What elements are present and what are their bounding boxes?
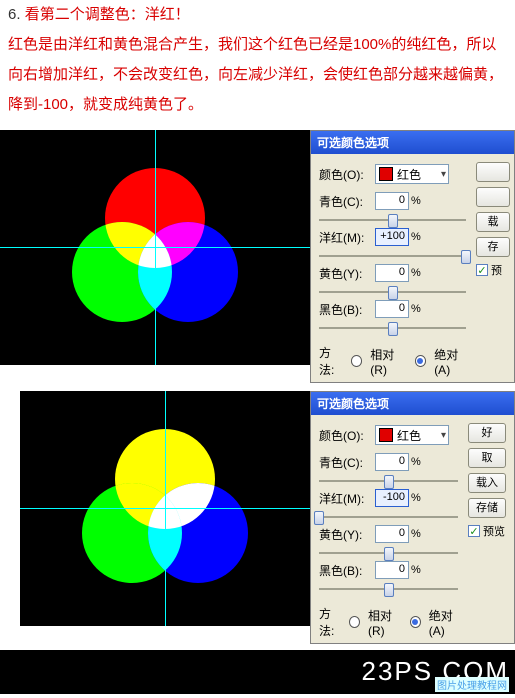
cancel-button[interactable]: 取 bbox=[468, 448, 506, 468]
magenta-label: 洋红(M): bbox=[319, 229, 375, 246]
yellow-label: 黄色(Y): bbox=[319, 265, 375, 282]
cyan-label: 青色(C): bbox=[319, 454, 375, 471]
ok-button[interactable] bbox=[476, 162, 510, 182]
guide-horizontal bbox=[20, 508, 310, 509]
save-button[interactable]: 存 bbox=[476, 237, 510, 257]
magenta-input[interactable]: -100 bbox=[375, 489, 409, 507]
canvas-preview-1 bbox=[0, 130, 310, 365]
chevron-down-icon: ▾ bbox=[441, 169, 446, 180]
preview-label: 预 bbox=[491, 262, 502, 278]
pct: % bbox=[411, 303, 425, 315]
magenta-slider[interactable] bbox=[319, 509, 458, 525]
step-number: 6. bbox=[8, 6, 21, 23]
magenta-label: 洋红(M): bbox=[319, 490, 375, 507]
tutorial-text: 6. 看第二个调整色：洋红！ 红色是由洋红和黄色混合产生，我们这个红色已经是10… bbox=[0, 0, 515, 130]
cyan-label: 青色(C): bbox=[319, 193, 375, 210]
dialog-title: 可选颜色选项 bbox=[311, 392, 514, 415]
footer-watermark: 23PS.COM 图片处理教程网 bbox=[0, 650, 515, 694]
method-absolute-label: 绝对(A) bbox=[434, 346, 472, 377]
step-title: 看第二个调整色：洋红！ bbox=[25, 6, 190, 23]
yellow-slider[interactable] bbox=[319, 545, 458, 561]
pct: % bbox=[411, 492, 425, 504]
black-slider[interactable] bbox=[319, 320, 466, 336]
pct: % bbox=[411, 456, 425, 468]
dialog-title: 可选颜色选项 bbox=[311, 131, 514, 154]
guide-horizontal bbox=[0, 247, 310, 248]
selective-color-dialog-2: 可选颜色选项 颜色(O): 红色 ▾ 青色(C): 0 % bbox=[310, 391, 515, 644]
pct: % bbox=[411, 195, 425, 207]
selective-color-dialog-1: 可选颜色选项 颜色(O): 红色 ▾ 青色(C): 0 % bbox=[310, 130, 515, 383]
method-relative-radio[interactable] bbox=[349, 616, 360, 628]
pct: % bbox=[411, 231, 425, 243]
save-button[interactable]: 存储 bbox=[468, 498, 506, 518]
load-button[interactable]: 载 bbox=[476, 212, 510, 232]
cyan-slider[interactable] bbox=[319, 212, 466, 228]
color-dropdown[interactable]: 红色 ▾ bbox=[375, 425, 449, 445]
cyan-input[interactable]: 0 bbox=[375, 192, 409, 210]
color-name: 红色 bbox=[397, 427, 421, 444]
cyan-slider[interactable] bbox=[319, 473, 458, 489]
method-relative-label: 相对(R) bbox=[370, 346, 408, 377]
method-relative-label: 相对(R) bbox=[368, 607, 404, 638]
pct: % bbox=[411, 564, 425, 576]
color-label: 颜色(O): bbox=[319, 427, 375, 444]
chevron-down-icon: ▾ bbox=[441, 430, 446, 441]
black-input[interactable]: 0 bbox=[375, 300, 409, 318]
preview-checkbox[interactable]: ✓ bbox=[468, 525, 480, 537]
method-relative-radio[interactable] bbox=[351, 355, 362, 367]
black-label: 黑色(B): bbox=[319, 301, 375, 318]
yellow-label: 黄色(Y): bbox=[319, 526, 375, 543]
step-body: 红色是由洋红和黄色混合产生，我们这个红色已经是100%的纯红色，所以向右增加洋红… bbox=[8, 36, 503, 113]
color-swatch-icon bbox=[379, 428, 393, 442]
cancel-button[interactable] bbox=[476, 187, 510, 207]
method-label: 方法: bbox=[319, 605, 343, 639]
method-label: 方法: bbox=[319, 344, 345, 378]
color-name: 红色 bbox=[397, 166, 421, 183]
pct: % bbox=[411, 528, 425, 540]
yellow-input[interactable]: 0 bbox=[375, 525, 409, 543]
color-swatch-icon bbox=[379, 167, 393, 181]
pct: % bbox=[411, 267, 425, 279]
yellow-input[interactable]: 0 bbox=[375, 264, 409, 282]
black-slider[interactable] bbox=[319, 581, 458, 597]
cyan-input[interactable]: 0 bbox=[375, 453, 409, 471]
magenta-slider[interactable] bbox=[319, 248, 466, 264]
ok-button[interactable]: 好 bbox=[468, 423, 506, 443]
method-absolute-radio[interactable] bbox=[410, 616, 421, 628]
black-label: 黑色(B): bbox=[319, 562, 375, 579]
color-label: 颜色(O): bbox=[319, 166, 375, 183]
site-tagline: 图片处理教程网 bbox=[435, 677, 509, 692]
yellow-slider[interactable] bbox=[319, 284, 466, 300]
magenta-input[interactable]: +100 bbox=[375, 228, 409, 246]
method-absolute-radio[interactable] bbox=[415, 355, 426, 367]
color-dropdown[interactable]: 红色 ▾ bbox=[375, 164, 449, 184]
load-button[interactable]: 载入 bbox=[468, 473, 506, 493]
method-absolute-label: 绝对(A) bbox=[429, 607, 464, 638]
preview-label: 预览 bbox=[483, 523, 505, 539]
canvas-preview-2 bbox=[20, 391, 310, 626]
preview-checkbox[interactable]: ✓ bbox=[476, 264, 488, 276]
black-input[interactable]: 0 bbox=[375, 561, 409, 579]
